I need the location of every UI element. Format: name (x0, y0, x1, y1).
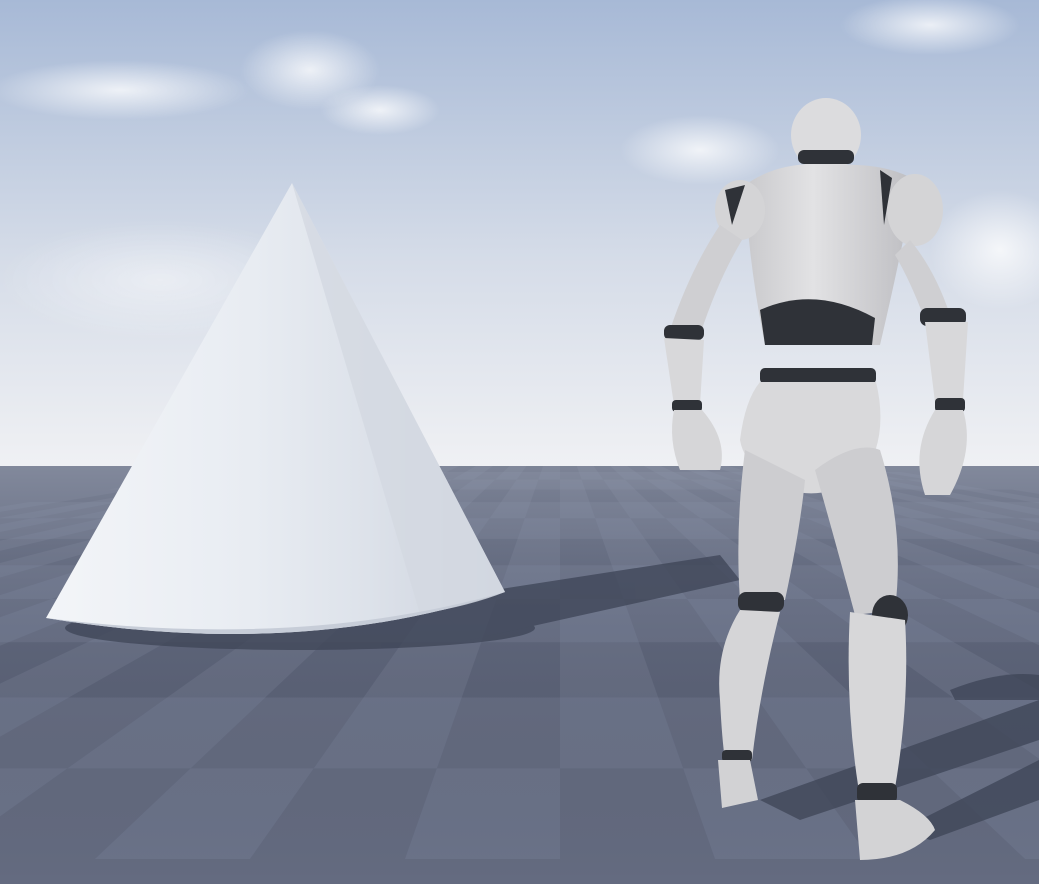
game-viewport[interactable] (0, 0, 1039, 884)
scene-canvas (0, 0, 1039, 884)
